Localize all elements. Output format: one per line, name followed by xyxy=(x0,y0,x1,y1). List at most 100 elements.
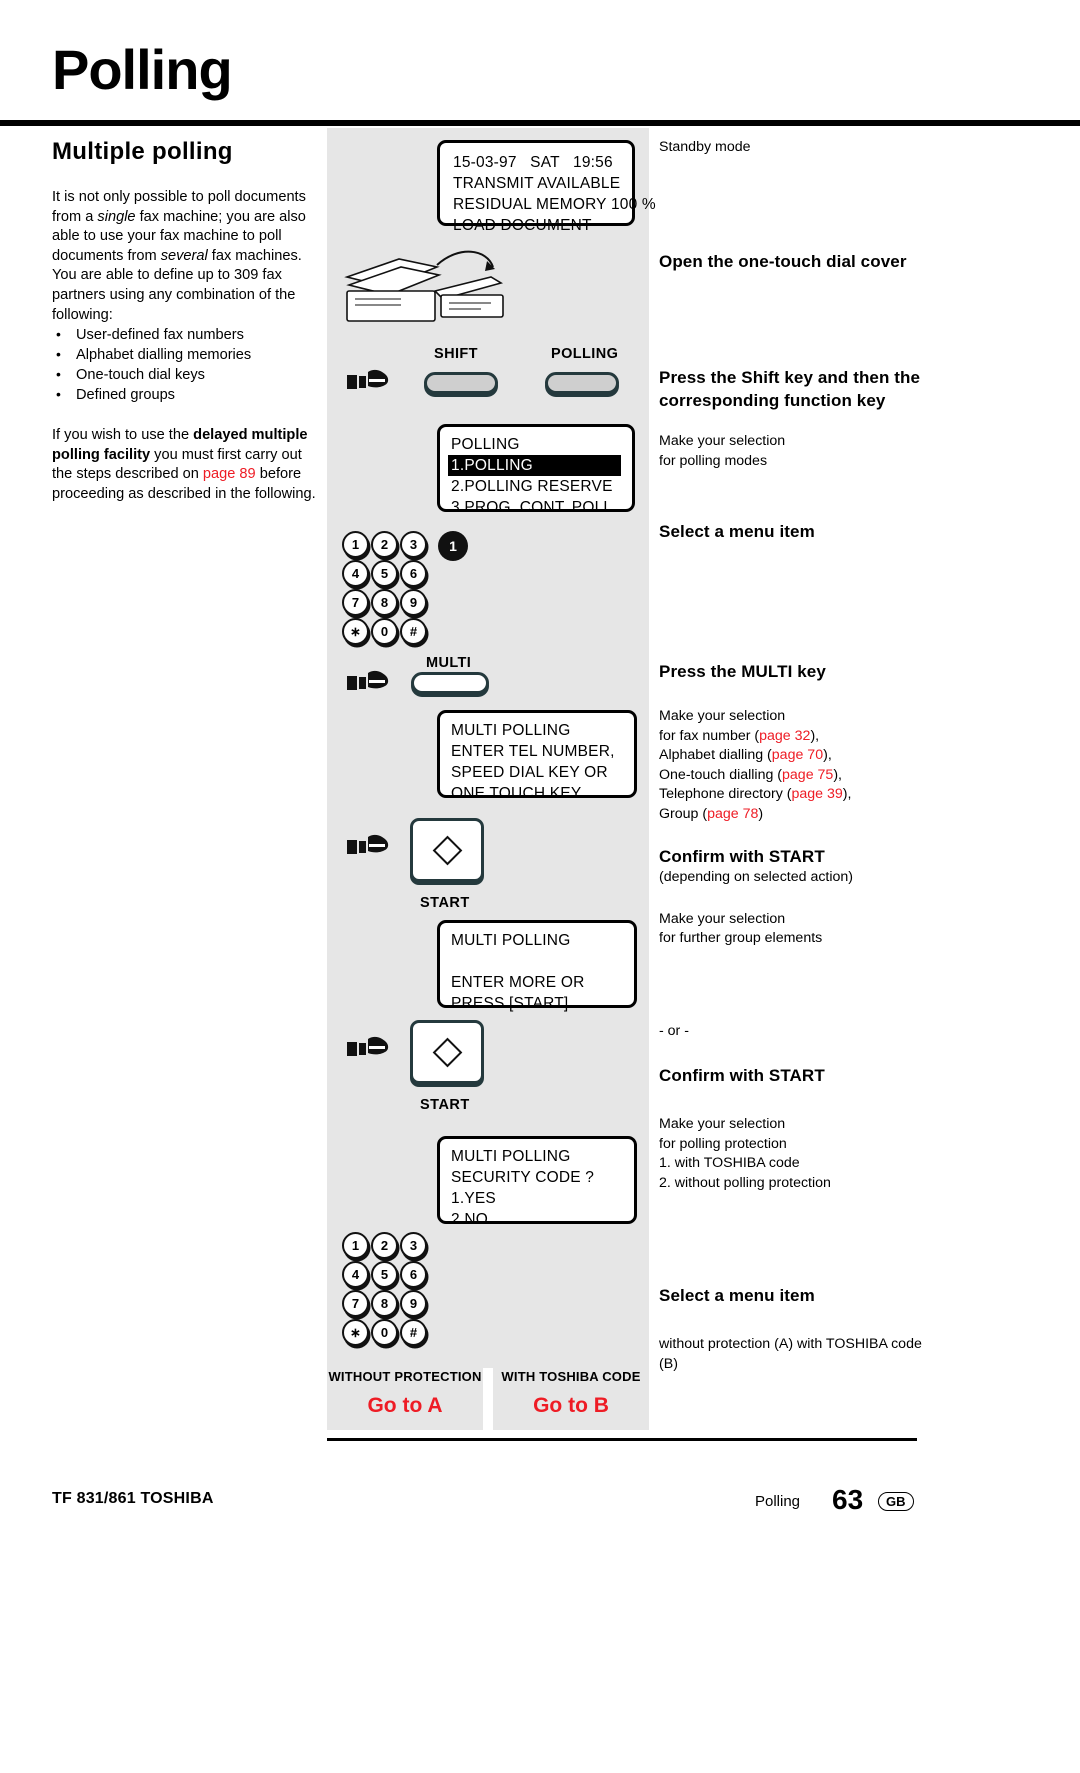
page-link-70[interactable]: page 70 xyxy=(772,747,823,763)
key-4[interactable]: 4 xyxy=(342,1261,369,1288)
page-link-89[interactable]: page 89 xyxy=(203,466,256,482)
keypad-row: 4 5 6 xyxy=(342,560,429,589)
key-4[interactable]: 4 xyxy=(342,560,369,587)
key-8[interactable]: 8 xyxy=(371,1290,398,1317)
label-suffix: ) xyxy=(758,805,764,822)
step-heading: Select a menu item xyxy=(659,522,815,541)
lcd-line: ENTER TEL NUMBER, xyxy=(451,743,615,760)
key-8[interactable]: 8 xyxy=(371,589,398,616)
step-confirm-start-2: Confirm with START Make your selection f… xyxy=(659,1064,959,1193)
step-option-2: 2. without polling protection xyxy=(659,1174,831,1191)
key-3[interactable]: 3 xyxy=(400,1232,427,1259)
label-prefix: One-touch dialling ( xyxy=(659,766,783,783)
key-1[interactable]: 1 xyxy=(342,531,369,558)
key-star[interactable]: ∗ xyxy=(342,618,369,645)
numeric-keypad-lower[interactable]: 1 2 3 4 5 6 7 8 9 ∗ 0 # xyxy=(342,1232,429,1348)
keypad-row: ∗ 0 # xyxy=(342,1319,429,1348)
step-text: without protection (A) with TOSHIBA code xyxy=(659,1336,922,1352)
key-6[interactable]: 6 xyxy=(400,560,427,587)
key-2[interactable]: 2 xyxy=(371,1232,398,1259)
step-open-cover: Open the one-touch dial cover xyxy=(659,250,959,273)
key-2[interactable]: 2 xyxy=(371,531,398,558)
branch-b-heading: WITH TOSHIBA CODE xyxy=(501,1369,641,1384)
step-text: Make your selection xyxy=(659,708,786,724)
step-text: Standby mode xyxy=(659,139,751,155)
header-rule xyxy=(0,120,1080,126)
step-option-1: 1. with TOSHIBA code xyxy=(659,1155,800,1172)
start-key-second[interactable] xyxy=(410,1020,484,1084)
numeric-keypad-upper[interactable]: 1 2 3 4 5 6 7 8 9 ∗ 0 # xyxy=(342,531,429,647)
lcd-display-enter-number: MULTI POLLING ENTER TEL NUMBER, SPEED DI… xyxy=(437,710,637,802)
key-7[interactable]: 7 xyxy=(342,589,369,616)
lcd-line: 3.PROG. CONT. POLL. xyxy=(451,499,617,516)
list-item: Alphabet dialling memories xyxy=(52,344,324,365)
multi-key-label: MULTI xyxy=(426,655,472,671)
shift-key[interactable] xyxy=(424,372,498,394)
manual-page: Polling Multiple polling It is not only … xyxy=(0,0,1080,1773)
step-heading: Confirm with START xyxy=(659,847,825,866)
page-link-78[interactable]: page 78 xyxy=(707,806,758,822)
start-key-label: START xyxy=(420,895,470,911)
lcd-line: MULTI POLLING xyxy=(451,932,571,949)
note-text-a: If you wish to use the xyxy=(52,427,194,444)
multi-key[interactable] xyxy=(411,672,489,694)
pointing-hand-icon xyxy=(347,670,389,690)
key-0[interactable]: 0 xyxy=(371,1319,398,1346)
step-note: (depending on selected action) xyxy=(659,869,854,885)
keypad-row: ∗ 0 # xyxy=(342,618,429,647)
key-7[interactable]: 7 xyxy=(342,1290,369,1317)
polling-key-label: POLLING xyxy=(551,346,619,362)
shift-key-label: SHIFT xyxy=(434,346,478,362)
list-item: User-defined fax numbers xyxy=(52,324,324,345)
page-link-32[interactable]: page 32 xyxy=(759,728,810,744)
keypad-row: 7 8 9 xyxy=(342,589,429,618)
key-6[interactable]: 6 xyxy=(400,1261,427,1288)
left-column: Multiple polling It is not only possible… xyxy=(52,138,324,505)
lcd-line: 2.NO xyxy=(451,1211,488,1228)
key-9[interactable]: 9 xyxy=(400,589,427,616)
key-5[interactable]: 5 xyxy=(371,560,398,587)
footer-rule xyxy=(327,1438,917,1441)
step-heading: Press the MULTI key xyxy=(659,662,826,681)
start-diamond-icon xyxy=(432,835,462,865)
polling-key[interactable] xyxy=(545,372,619,394)
step-select-menu-1: Select a menu item xyxy=(659,520,959,543)
step-text: for polling modes xyxy=(659,452,768,469)
label-suffix: ), xyxy=(833,766,842,783)
key-5[interactable]: 5 xyxy=(371,1261,398,1288)
step-text: (B) xyxy=(659,1355,678,1372)
step-text-onetouch: One-touch dialling (page 75), xyxy=(659,766,959,786)
step-confirm-start-1: Confirm with START (depending on selecte… xyxy=(659,845,959,949)
branch-boxes: WITHOUT PROTECTION Go to A WITH TOSHIBA … xyxy=(327,1368,649,1430)
key-star[interactable]: ∗ xyxy=(342,1319,369,1346)
step-text: Make your selection xyxy=(659,433,786,449)
branch-b[interactable]: WITH TOSHIBA CODE Go to B xyxy=(493,1368,649,1430)
label-prefix: Group ( xyxy=(659,805,708,822)
page-title: Polling xyxy=(52,38,233,101)
key-hash[interactable]: # xyxy=(400,1319,427,1346)
start-key-first[interactable] xyxy=(410,818,484,882)
section-heading: Multiple polling xyxy=(52,138,233,165)
lcd-line-selected: 1.POLLING xyxy=(448,455,621,476)
page-link-75[interactable]: page 75 xyxy=(782,767,833,783)
step-standby: Standby mode xyxy=(659,138,959,158)
key-hash[interactable]: # xyxy=(400,618,427,645)
key-0[interactable]: 0 xyxy=(371,618,398,645)
key-3[interactable]: 3 xyxy=(400,531,427,558)
step-press-shift: Press the Shift key and then the corresp… xyxy=(659,366,959,471)
step-text-group: Group (page 78) xyxy=(659,805,959,825)
lcd-line: 2.POLLING RESERVE xyxy=(451,478,613,495)
key-9[interactable]: 9 xyxy=(400,1290,427,1317)
page-link-39[interactable]: page 39 xyxy=(792,786,843,802)
step-text-alphabet: Alphabet dialling (page 70), xyxy=(659,746,959,766)
or-label: - or - xyxy=(659,1023,689,1039)
branch-a[interactable]: WITHOUT PROTECTION Go to A xyxy=(327,1368,483,1430)
pointing-hand-icon xyxy=(347,1036,389,1056)
label-suffix: ), xyxy=(842,786,852,803)
key-1[interactable]: 1 xyxy=(342,1232,369,1259)
branch-a-heading: WITHOUT PROTECTION xyxy=(328,1369,482,1384)
step-heading: Confirm with START xyxy=(659,1066,825,1085)
lcd-line: PRESS [START] xyxy=(451,995,569,1012)
branch-b-link[interactable]: Go to B xyxy=(493,1384,649,1418)
branch-a-link[interactable]: Go to A xyxy=(327,1384,483,1418)
